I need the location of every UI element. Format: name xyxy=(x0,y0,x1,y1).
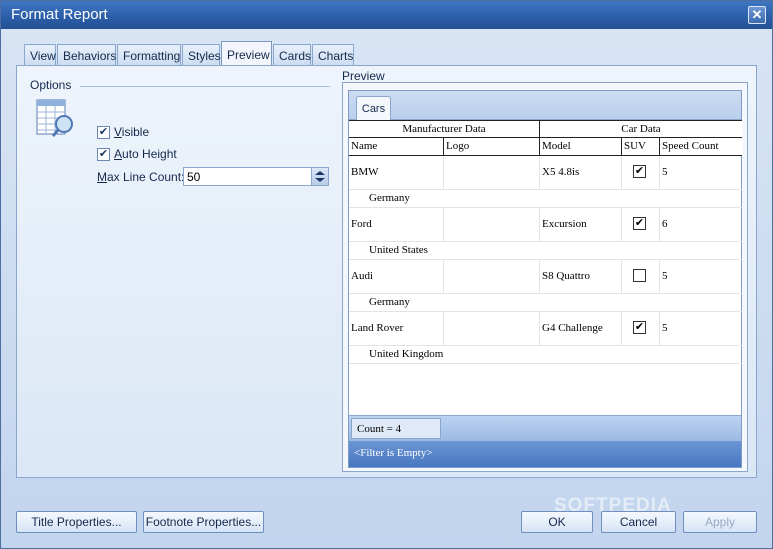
tab-view[interactable]: View xyxy=(24,44,56,66)
chevron-up-icon[interactable] xyxy=(315,171,325,175)
cell-logo xyxy=(444,156,540,189)
tab-charts[interactable]: Charts xyxy=(312,44,354,66)
title-bar: Format Report ✕ xyxy=(1,1,772,29)
title-properties-button[interactable]: Title Properties... xyxy=(16,511,137,533)
cell-suv: ✔ xyxy=(622,312,660,345)
stepper-buttons[interactable] xyxy=(311,168,328,185)
cell-model: S8 Quattro xyxy=(540,260,622,293)
table-row[interactable]: Land Rover G4 Challenge ✔ 5 xyxy=(349,312,742,346)
band-header-car: Car Data xyxy=(621,123,661,135)
table-row[interactable]: Audi S8 Quattro 5 xyxy=(349,260,742,294)
cell-model: X5 4.8is xyxy=(540,156,622,189)
cell-name: Land Rover xyxy=(349,312,444,345)
checkmark-icon: ✔ xyxy=(634,165,645,177)
report-tab-strip: Cars xyxy=(349,91,741,121)
chevron-down-icon[interactable] xyxy=(315,178,325,182)
preview-label: Preview xyxy=(342,69,385,83)
checkmark-icon: ✔ xyxy=(634,321,645,333)
cell-country: United Kingdom xyxy=(369,348,444,360)
summary-bar: Count = 4 xyxy=(349,415,741,441)
options-divider xyxy=(80,86,330,87)
tab-cards[interactable]: Cards xyxy=(273,44,311,66)
suv-checkbox[interactable]: ✔ xyxy=(633,165,646,178)
cell-speed-count: 5 xyxy=(662,322,668,334)
cell-suv: ✔ xyxy=(622,156,660,189)
detail-row: Germany xyxy=(349,190,742,208)
visible-checkbox[interactable]: ✔ xyxy=(97,125,110,139)
checkmark-icon: ✔ xyxy=(634,217,645,229)
cell-suv xyxy=(622,260,660,293)
suv-checkbox[interactable]: ✔ xyxy=(633,217,646,230)
checkmark-icon: ✔ xyxy=(98,147,109,160)
detail-row: Germany xyxy=(349,294,742,312)
column-header-speed-count[interactable]: Speed Count xyxy=(660,138,742,155)
cell-speed-count: 6 xyxy=(662,218,668,230)
table-row[interactable]: Ford Excursion ✔ 6 xyxy=(349,208,742,242)
footnote-properties-button[interactable]: Footnote Properties... xyxy=(143,511,264,533)
max-line-count-value[interactable]: 50 xyxy=(187,170,200,184)
cell-speed-count: 5 xyxy=(662,166,668,178)
filter-status-bar[interactable]: <Filter is Empty> xyxy=(349,441,741,467)
format-report-window: Format Report ✕ View Behaviors Formattin… xyxy=(0,0,773,549)
detail-row: United States xyxy=(349,242,742,260)
cell-logo xyxy=(444,312,540,345)
record-count: Count = 4 xyxy=(351,418,441,439)
column-header-logo[interactable]: Logo xyxy=(444,138,540,155)
report-tab-cars[interactable]: Cars xyxy=(356,96,391,121)
report-preview: Cars Manufacturer Data Car Data Name Log… xyxy=(348,90,742,468)
band-header-row: Manufacturer Data Car Data xyxy=(349,120,742,138)
auto-height-checkbox[interactable]: ✔ xyxy=(97,147,110,161)
cell-name: Ford xyxy=(349,208,444,241)
cell-country: Germany xyxy=(369,296,410,308)
close-icon: ✕ xyxy=(751,7,763,22)
window-title: Format Report xyxy=(11,6,108,23)
column-header-suv[interactable]: SUV xyxy=(622,138,660,155)
cell-name: Audi xyxy=(349,260,444,293)
preview-frame: Cars Manufacturer Data Car Data Name Log… xyxy=(342,82,748,472)
cell-country: United States xyxy=(369,244,428,256)
report-options-icon xyxy=(36,99,73,137)
detail-row: United Kingdom xyxy=(349,346,742,364)
cell-suv: ✔ xyxy=(622,208,660,241)
visible-label: Visible xyxy=(114,125,150,139)
suv-checkbox[interactable] xyxy=(633,269,646,282)
suv-checkbox[interactable]: ✔ xyxy=(633,321,646,334)
visible-checkbox-row[interactable]: ✔ Visible xyxy=(97,124,149,140)
tab-behaviors[interactable]: Behaviors xyxy=(57,44,116,66)
options-group-label: Options xyxy=(30,78,72,92)
close-button[interactable]: ✕ xyxy=(748,6,766,24)
checkmark-icon: ✔ xyxy=(98,125,109,138)
tab-preview[interactable]: Preview xyxy=(221,41,272,67)
max-line-count-label: Max Line Count: xyxy=(97,170,185,184)
cell-model: Excursion xyxy=(540,208,622,241)
tab-formatting[interactable]: Formatting xyxy=(117,44,181,66)
column-header-model[interactable]: Model xyxy=(540,138,622,155)
table-row[interactable]: BMW X5 4.8is ✔ 5 xyxy=(349,156,742,190)
cell-name: BMW xyxy=(349,156,444,189)
column-header-row: Name Logo Model SUV Speed Count xyxy=(349,138,742,156)
cell-logo xyxy=(444,208,540,241)
max-line-count-stepper[interactable]: 50 xyxy=(183,167,329,186)
cell-logo xyxy=(444,260,540,293)
cell-country: Germany xyxy=(369,192,410,204)
cell-model: G4 Challenge xyxy=(540,312,622,345)
column-header-name[interactable]: Name xyxy=(349,138,444,155)
watermark: SOFTPEDIA xyxy=(554,495,672,516)
dialog-body: View Behaviors Formatting Styles Preview… xyxy=(1,29,772,548)
band-header-manufacturer: Manufacturer Data xyxy=(349,121,540,137)
preview-tab-panel: Options ✔ Visible ✔ Auto Height Max Line… xyxy=(16,65,757,478)
cell-speed-count: 5 xyxy=(662,270,668,282)
apply-button[interactable]: Apply xyxy=(683,511,757,533)
auto-height-checkbox-row[interactable]: ✔ Auto Height xyxy=(97,146,177,162)
tab-styles[interactable]: Styles xyxy=(182,44,221,66)
auto-height-label: Auto Height xyxy=(114,147,177,161)
